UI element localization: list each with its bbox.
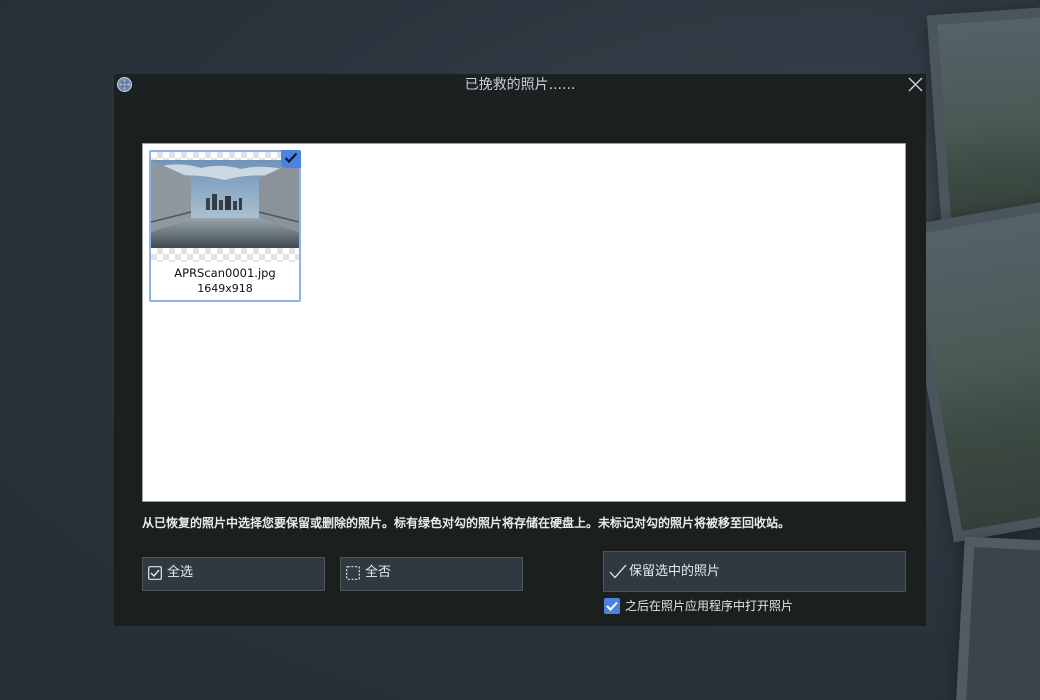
keep-selected-label: 保留选中的照片 [629, 564, 721, 579]
photo-filename: APRScan0001.jpg [174, 266, 276, 280]
select-all-label: 全选 [167, 565, 194, 580]
select-none-button[interactable]: 全否 [340, 557, 523, 591]
photo-preview [151, 152, 299, 262]
open-after-label: 之后在照片应用程序中打开照片 [625, 599, 794, 613]
photo-thumbnail[interactable]: APRScan0001.jpg 1649x918 [149, 150, 301, 302]
dashed-box-icon [346, 566, 360, 580]
keep-selected-button[interactable]: 保留选中的照片 [603, 551, 906, 592]
close-button[interactable] [904, 74, 926, 96]
checkmark-icon [284, 152, 298, 164]
window-title: 已挽救的照片...... [464, 77, 576, 93]
rescued-photos-dialog: 已挽救的照片...... APRScan0001.jpg 1649x918 从已… [114, 74, 926, 626]
selected-check-badge[interactable] [281, 150, 301, 168]
checkmark-icon [609, 564, 627, 579]
close-icon [908, 77, 923, 92]
photo-dimensions: 1649x918 [197, 282, 253, 295]
checked-box-icon [148, 566, 162, 580]
select-all-button[interactable]: 全选 [142, 557, 325, 591]
background-photo [955, 536, 1040, 700]
photo-gallery[interactable]: APRScan0001.jpg 1649x918 [142, 143, 906, 502]
instruction-text: 从已恢复的照片中选择您要保留或删除的照片。标有绿色对勾的照片将存储在硬盘上。未标… [142, 516, 791, 530]
select-none-label: 全否 [365, 565, 392, 580]
checkmark-icon [606, 601, 618, 611]
title-bar: 已挽救的照片...... [114, 74, 926, 96]
checkbox-checked[interactable] [604, 598, 620, 614]
